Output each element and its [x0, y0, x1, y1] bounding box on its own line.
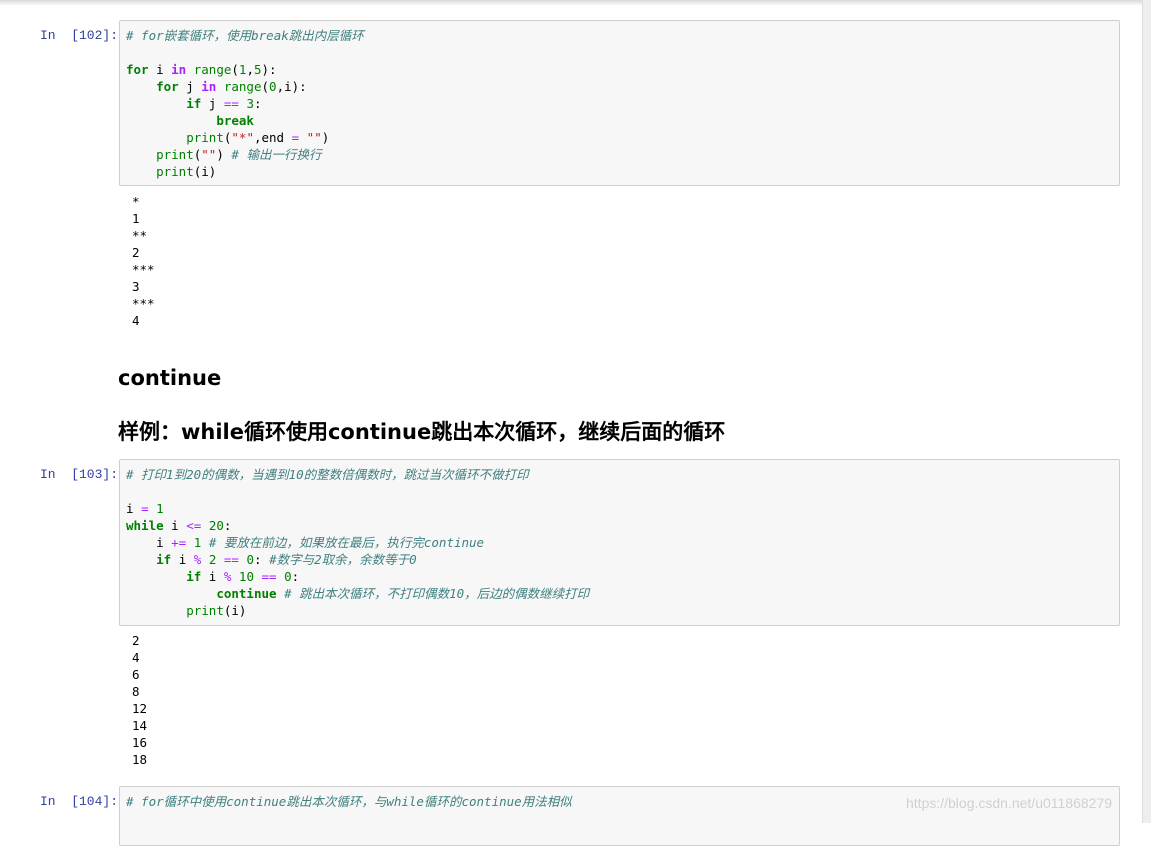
code-line: # 打印1到20的偶数，当遇到10的整数倍偶数时，跳过当次循环不做打印	[126, 467, 529, 482]
output-line: 4	[132, 650, 140, 665]
output-line: **	[132, 228, 148, 243]
cell-104-prompt: In [104]:	[40, 794, 119, 809]
output-line: ***	[132, 296, 155, 311]
output-line: 3	[132, 279, 140, 294]
markdown-heading-example: 样例：while循环使用continue跳出本次循环，继续后面的循环	[118, 420, 726, 444]
output-line: 14	[132, 718, 148, 733]
markdown-heading-continue: continue	[118, 366, 222, 390]
output-line: *	[132, 194, 140, 209]
output-line: 2	[132, 633, 140, 648]
output-line: 8	[132, 684, 140, 699]
output-line: 18	[132, 752, 148, 767]
output-line: 2	[132, 245, 140, 260]
cell-103-input[interactable]: # 打印1到20的偶数，当遇到10的整数倍偶数时，跳过当次循环不做打印 i = …	[119, 459, 1120, 626]
code-line: # for嵌套循环，使用break跳出内层循环	[126, 28, 364, 43]
watermark: https://blog.csdn.net/u011868279	[906, 795, 1113, 811]
code-line: # for循环中使用continue跳出本次循环，与while循环的contin…	[126, 794, 572, 809]
cell-102-code[interactable]: # for嵌套循环，使用break跳出内层循环 for i in range(1…	[126, 27, 1113, 180]
cell-102-input[interactable]: # for嵌套循环，使用break跳出内层循环 for i in range(1…	[119, 20, 1120, 186]
vertical-scrollbar[interactable]	[1142, 0, 1151, 823]
cell-103-code[interactable]: # 打印1到20的偶数，当遇到10的整数倍偶数时，跳过当次循环不做打印 i = …	[126, 466, 1113, 619]
output-line: 6	[132, 667, 140, 682]
output-line: 12	[132, 701, 148, 716]
cell-102-output: * 1 ** 2 *** 3 *** 4	[132, 193, 155, 329]
notebook-top-shadow	[0, 0, 1151, 6]
cell-102-prompt: In [102]:	[40, 28, 119, 43]
output-line: 4	[132, 313, 140, 328]
cell-103-prompt: In [103]:	[40, 467, 119, 482]
output-line: 16	[132, 735, 148, 750]
cell-103-output: 2 4 6 8 12 14 16 18	[132, 632, 147, 768]
output-line: ***	[132, 262, 155, 277]
output-line: 1	[132, 211, 140, 226]
